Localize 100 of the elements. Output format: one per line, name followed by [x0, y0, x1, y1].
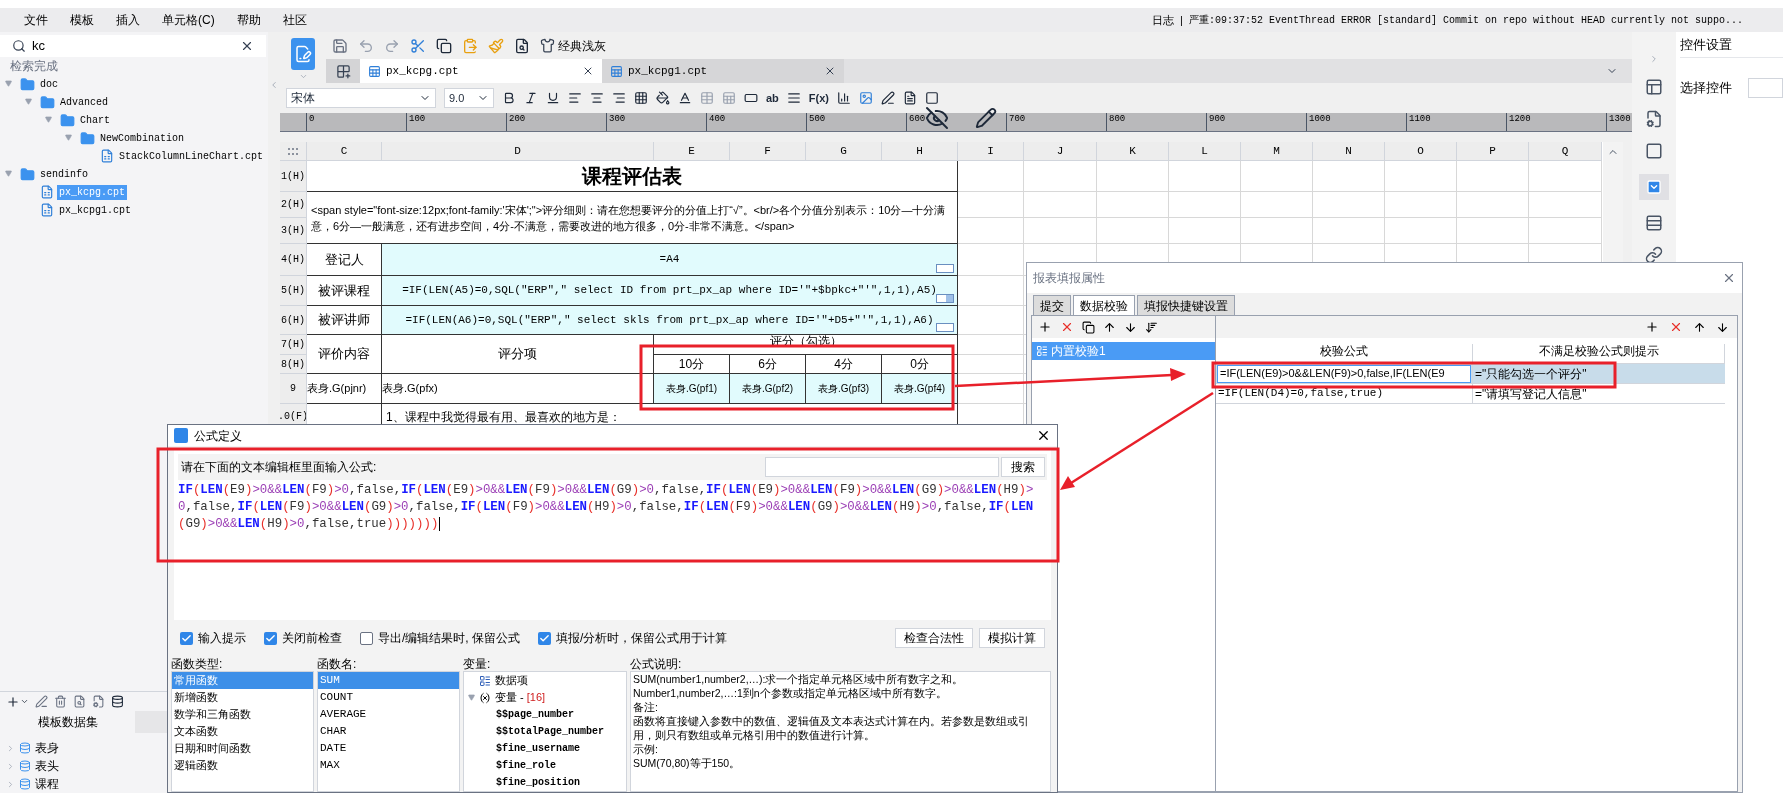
- empty-cell[interactable]: [958, 161, 1024, 192]
- empty-cell[interactable]: [1097, 161, 1169, 192]
- column-header[interactable]: I: [958, 142, 1024, 161]
- dataset-item[interactable]: 表身: [35, 739, 59, 757]
- image-icon[interactable]: [859, 91, 873, 105]
- align-center-icon[interactable]: [590, 91, 604, 105]
- redo-icon[interactable]: [384, 37, 400, 54]
- row-header[interactable]: 8(H): [280, 355, 307, 374]
- database-icon[interactable]: [111, 695, 124, 708]
- data-cell[interactable]: 表身.G(pf1): [654, 374, 730, 404]
- menu-item[interactable]: 社区: [282, 11, 307, 29]
- empty-cell[interactable]: [1313, 161, 1385, 192]
- tree-item[interactable]: NewCombination: [98, 130, 186, 146]
- title-cell[interactable]: 课程评估表: [307, 161, 958, 192]
- empty-cell[interactable]: [1313, 218, 1385, 244]
- column-header[interactable]: K: [1097, 142, 1169, 161]
- empty-cell[interactable]: [958, 355, 1024, 374]
- column-header[interactable]: F: [730, 142, 806, 161]
- search-button[interactable]: 搜索: [1001, 457, 1045, 478]
- font-color-icon[interactable]: [678, 91, 692, 105]
- collapse-icon[interactable]: [269, 80, 279, 90]
- empty-cell[interactable]: [1529, 218, 1602, 244]
- expand-arrow-icon[interactable]: [24, 97, 34, 107]
- empty-cell[interactable]: [958, 218, 1024, 244]
- empty-cell[interactable]: [1169, 218, 1241, 244]
- close-tab-icon[interactable]: [582, 65, 594, 77]
- link-icon[interactable]: [1645, 246, 1663, 264]
- move-down-icon[interactable]: [1124, 320, 1137, 334]
- data-cell[interactable]: 表身.G(pf3): [806, 374, 882, 404]
- list-item[interactable]: 文本函数: [172, 723, 313, 740]
- bold-icon[interactable]: [502, 91, 516, 105]
- clear-icon[interactable]: [240, 39, 254, 53]
- column-header[interactable]: D: [382, 142, 654, 161]
- column-header[interactable]: P: [1457, 142, 1529, 161]
- list-item[interactable]: 逻辑函数: [172, 757, 313, 774]
- file-tab[interactable]: px_kcpg1.cpt: [602, 59, 844, 83]
- font-select[interactable]: 宋体: [286, 88, 436, 108]
- empty-cell[interactable]: [1313, 192, 1385, 218]
- tree-item[interactable]: 变量 - [16]: [495, 689, 546, 706]
- checkbox[interactable]: [538, 631, 551, 645]
- log-label[interactable]: 日志: [1152, 11, 1175, 29]
- paragraph-icon[interactable]: [786, 91, 801, 105]
- data-cell[interactable]: 表身.G(pjnr): [307, 374, 382, 404]
- action-button[interactable]: 检查合法性: [895, 628, 973, 649]
- tree-item[interactable]: $$totalPage_number: [468, 723, 626, 740]
- list-item[interactable]: AVERAGE: [318, 706, 459, 723]
- column-header[interactable]: 校验公式: [1216, 344, 1473, 364]
- table-cell[interactable]: ="只能勾选一个评分": [1473, 364, 1725, 384]
- file-settings-icon[interactable]: [92, 695, 105, 708]
- empty-cell[interactable]: [1457, 218, 1529, 244]
- list-item[interactable]: CHAR: [318, 723, 459, 740]
- table-cell[interactable]: ="请填写登记人信息": [1473, 384, 1725, 404]
- theme-button[interactable]: 经典浅灰: [540, 36, 606, 55]
- cut-icon[interactable]: [410, 37, 426, 54]
- tree-item[interactable]: StackColumnLineChart.cpt: [117, 148, 266, 164]
- empty-cell[interactable]: [1241, 161, 1313, 192]
- add-icon[interactable]: [1038, 320, 1052, 334]
- column-header[interactable]: M: [1241, 142, 1313, 161]
- border-icon[interactable]: [634, 91, 648, 105]
- align-left-icon[interactable]: [568, 91, 582, 105]
- row-header[interactable]: 4(H): [280, 244, 307, 276]
- paste-icon[interactable]: [462, 37, 478, 54]
- file-tab[interactable]: px_kcpg.cpt: [360, 59, 602, 83]
- dialog-tab[interactable]: 填报快捷键设置: [1137, 295, 1235, 315]
- header-cell[interactable]: 评分项: [382, 335, 654, 374]
- format-painter-icon[interactable]: [488, 37, 504, 54]
- row-header[interactable]: 6(H): [280, 306, 307, 335]
- move-up-icon[interactable]: [1693, 320, 1706, 334]
- expand-arrow-icon[interactable]: [64, 133, 74, 143]
- copy-icon[interactable]: [1082, 320, 1095, 334]
- list-item[interactable]: 数学和三角函数: [172, 706, 313, 723]
- tree-item[interactable]: sendinfo: [38, 166, 90, 182]
- delete-icon[interactable]: [1669, 320, 1683, 334]
- align-right-icon[interactable]: [612, 91, 626, 105]
- underline-icon[interactable]: [546, 91, 560, 105]
- expand-arrow-icon[interactable]: [44, 115, 54, 125]
- move-bottom-icon[interactable]: [1145, 320, 1158, 334]
- preview-icon[interactable]: [514, 37, 530, 54]
- formula-cell[interactable]: =A4: [382, 244, 958, 276]
- formula-cell[interactable]: =IF(LEN(A6)=0,SQL("ERP"," select skls from prt_px_ap where ID='"+D5+"'",1,1),A6): [382, 306, 958, 335]
- row-header[interactable]: 7(H): [280, 335, 307, 355]
- italic-icon[interactable]: [524, 91, 538, 105]
- caret-icon[interactable]: [20, 697, 29, 706]
- pencil-icon[interactable]: [975, 107, 997, 129]
- row-header[interactable]: 2(H): [280, 192, 307, 218]
- empty-cell[interactable]: [1169, 161, 1241, 192]
- frame-icon[interactable]: [1645, 142, 1663, 160]
- row-header[interactable]: 3(H): [280, 218, 307, 244]
- empty-cell[interactable]: [1385, 218, 1457, 244]
- text-field-icon[interactable]: [744, 91, 758, 105]
- expand-arrow-icon[interactable]: [4, 169, 14, 179]
- column-header[interactable]: H: [882, 142, 958, 161]
- menu-item[interactable]: 模板: [70, 11, 94, 29]
- empty-cell[interactable]: [1457, 161, 1529, 192]
- empty-cell[interactable]: [1385, 192, 1457, 218]
- empty-cell[interactable]: [1241, 218, 1313, 244]
- select-all-icon[interactable]: [288, 147, 298, 155]
- checkbox-label[interactable]: 导出/编辑结果时, 保留公式: [378, 629, 520, 648]
- menu-item[interactable]: 插入: [116, 11, 140, 29]
- edit-icon[interactable]: [35, 695, 48, 708]
